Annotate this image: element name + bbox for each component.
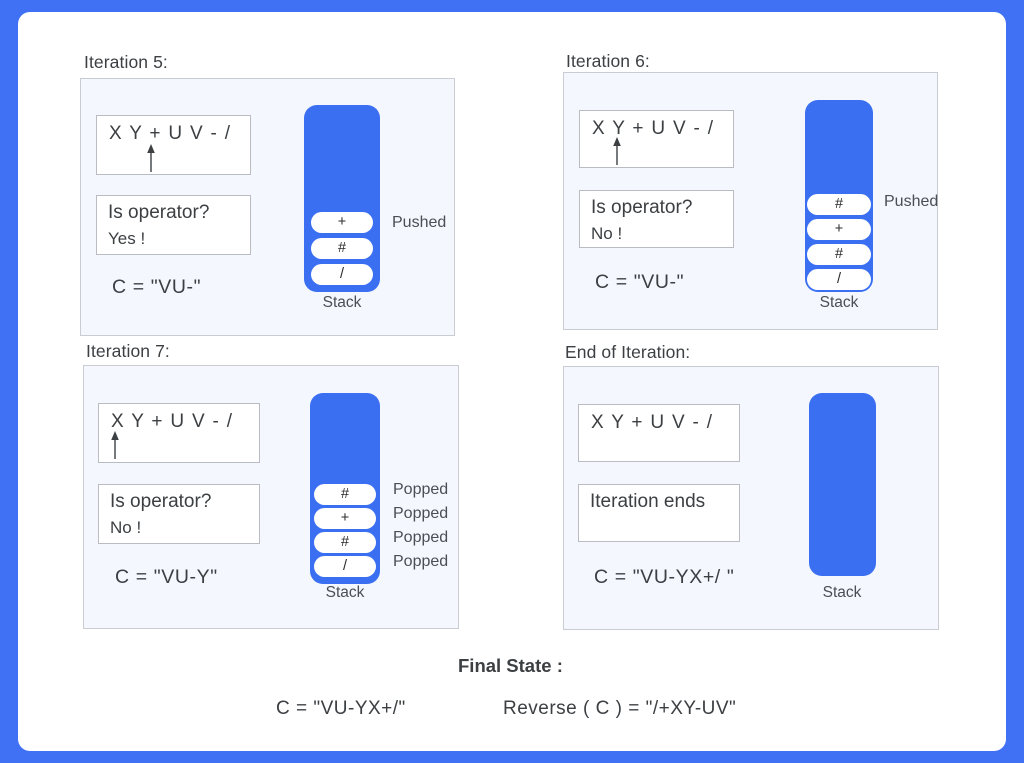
stack-caption: Stack: [322, 294, 362, 311]
screenshot-canvas: Iteration 5: X Y + U V - / Is operator? …: [0, 0, 1024, 763]
diagram-sheet: Iteration 5: X Y + U V - / Is operator? …: [18, 12, 1006, 751]
stack-item: /: [311, 264, 373, 285]
position-pointer-icon: [111, 431, 119, 459]
accumulator-result: C = "VU-": [112, 276, 202, 298]
position-pointer-icon: [147, 144, 155, 172]
stack-item: #: [311, 238, 373, 259]
stack-caption: Stack: [325, 584, 365, 601]
expression-box: X Y + U V - /: [98, 403, 260, 463]
panel-title: Iteration 6:: [566, 51, 650, 71]
expression-text: X Y + U V - /: [109, 123, 232, 144]
stack-item: +: [314, 508, 376, 529]
final-reverse: Reverse ( C ) = "/+XY-UV": [503, 698, 737, 719]
answer-text: Yes !: [108, 229, 146, 248]
expression-box: X Y + U V - /: [578, 404, 740, 462]
expression-box: X Y + U V - /: [96, 115, 251, 175]
stack-item: +: [311, 212, 373, 233]
stack-item: /: [807, 269, 871, 290]
stack-op-label: Popped: [393, 529, 449, 546]
stack-item: #: [314, 484, 376, 505]
question-box: Iteration ends: [578, 484, 740, 542]
stack-item: /: [314, 556, 376, 577]
stack-op-label: Pushed: [392, 214, 447, 231]
panel-title: Iteration 5:: [84, 52, 168, 72]
question-box: Is operator? Yes !: [96, 195, 251, 255]
answer-text: No !: [110, 518, 142, 537]
expression-text: X Y + U V - /: [111, 411, 234, 432]
question-text: Is operator?: [110, 491, 212, 512]
stack-op-label: Popped: [393, 553, 449, 570]
stack-caption: Stack: [819, 294, 859, 311]
expression-text: X Y + U V - /: [591, 412, 714, 433]
final-state-title: Final State :: [458, 655, 563, 676]
stack-item: #: [807, 244, 871, 265]
stack-container: [809, 393, 876, 576]
panel-title: Iteration 7:: [86, 341, 170, 361]
stack-op-label: Popped: [393, 481, 449, 498]
stack-caption: Stack: [822, 584, 862, 601]
stack-item: #: [314, 532, 376, 553]
stack-item: +: [807, 219, 871, 240]
accumulator-result: C = "VU-YX+/ ": [594, 566, 735, 588]
panel-title: End of Iteration:: [565, 342, 691, 362]
question-text: Iteration ends: [590, 491, 706, 512]
question-text: Is operator?: [591, 197, 693, 218]
accumulator-result: C = "VU-": [595, 271, 685, 293]
position-pointer-icon: [613, 137, 621, 165]
question-box: Is operator? No !: [98, 484, 260, 544]
final-accumulator: C = "VU-YX+/": [276, 698, 406, 719]
stack-op-label: Popped: [393, 505, 449, 522]
question-box: Is operator? No !: [579, 190, 734, 248]
expression-box: X Y + U V - /: [579, 110, 734, 168]
accumulator-result: C = "VU-Y": [115, 566, 218, 588]
answer-text: No !: [591, 224, 623, 243]
stack-op-label: Pushed: [884, 193, 939, 210]
question-text: Is operator?: [108, 202, 210, 223]
stack-item: #: [807, 194, 871, 215]
